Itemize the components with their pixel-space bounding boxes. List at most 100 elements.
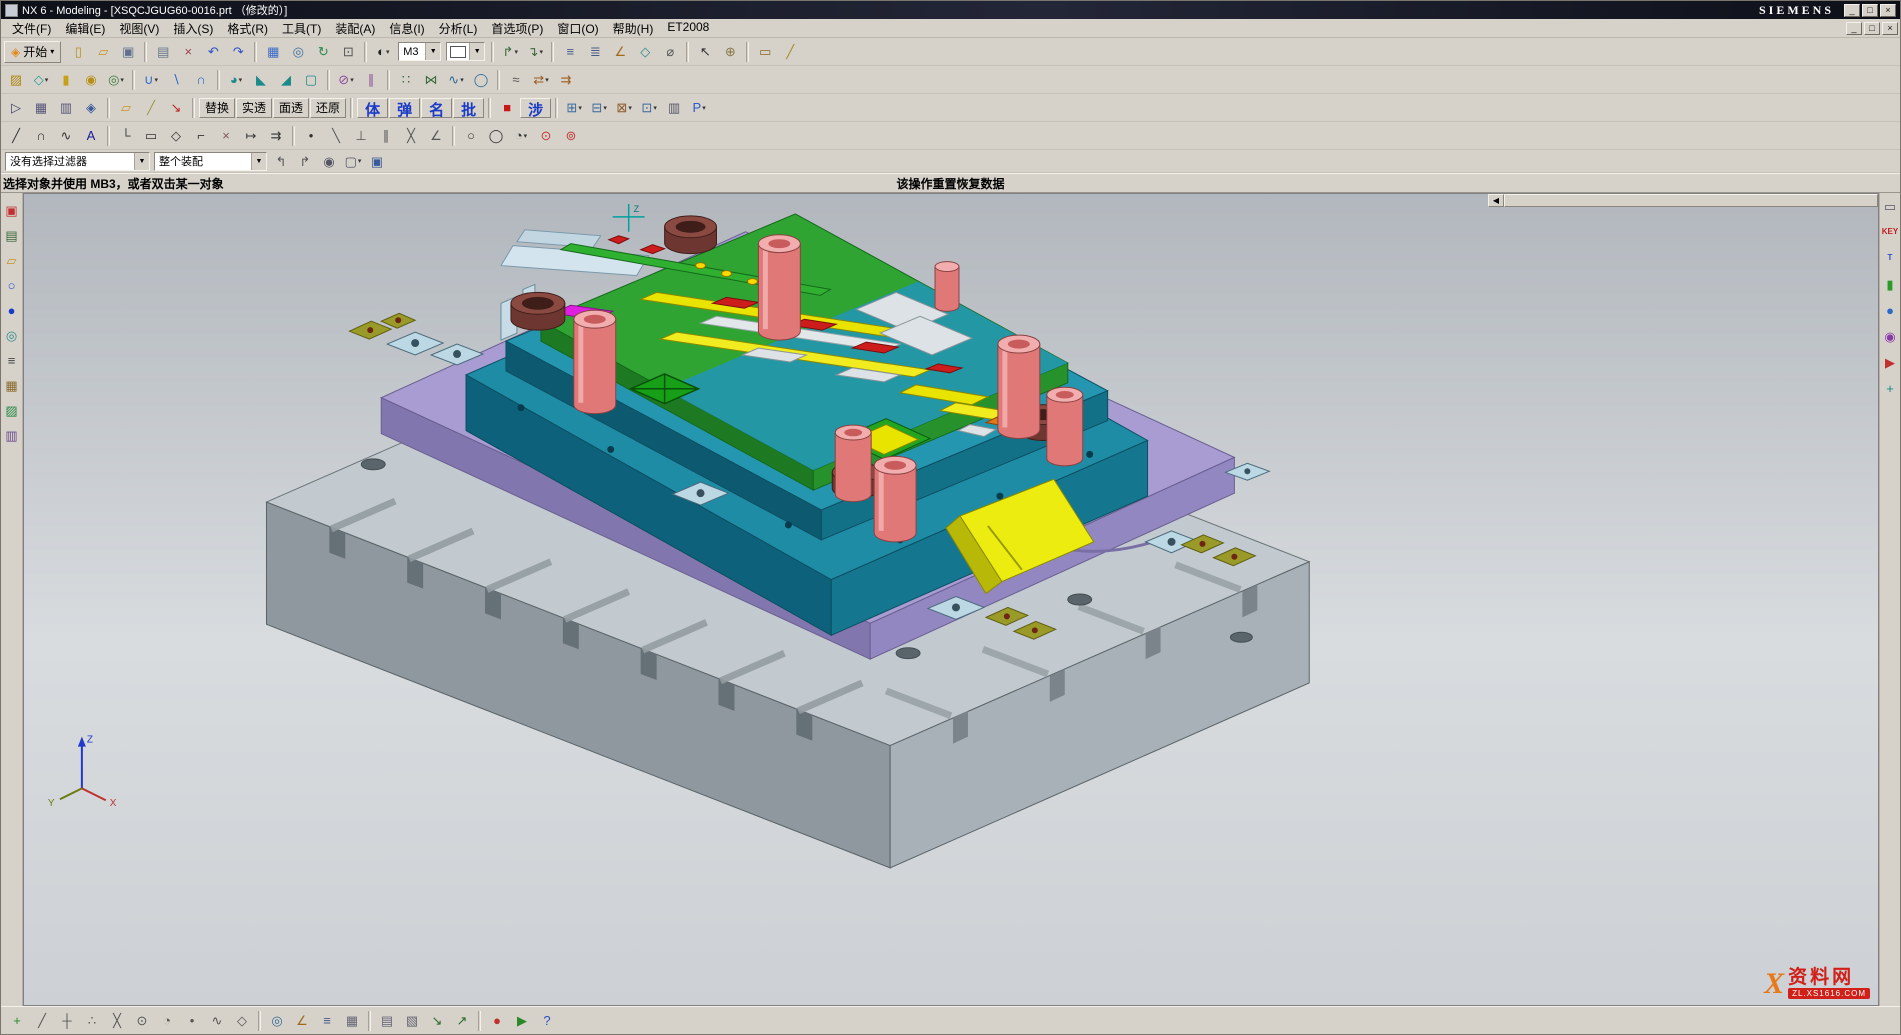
t-tool[interactable]: T — [1881, 249, 1899, 267]
batch-tool-button[interactable]: 批 — [453, 98, 484, 118]
spring-cylinder[interactable] — [998, 335, 1040, 438]
red-arrow-button[interactable]: ↘ — [164, 97, 188, 119]
extrude-button[interactable]: ▮ — [54, 69, 78, 91]
part-shading-button[interactable]: ▧ — [400, 1010, 424, 1032]
polygon-button[interactable]: ◇ — [164, 125, 188, 147]
move-object-button[interactable]: ↱▾ — [498, 41, 522, 63]
rectangle-button[interactable]: ▭ — [139, 125, 163, 147]
start-menu-button[interactable]: ◈ 开始 ▾ — [4, 41, 61, 63]
sketch-button[interactable]: ▨ — [4, 69, 28, 91]
selection-scope-combo[interactable]: 整个装配 ▼ — [154, 152, 267, 171]
guide-bushing[interactable] — [665, 216, 717, 254]
part-navigator-tab[interactable]: ▤ — [3, 226, 21, 244]
layer-button[interactable]: ≡ — [315, 1010, 339, 1032]
export-button[interactable]: ↘ — [425, 1010, 449, 1032]
view-combo[interactable]: M3▼ — [398, 42, 441, 61]
control-point-toggle[interactable]: ∴ — [80, 1010, 104, 1032]
edit-curve-button[interactable]: ╱ — [139, 97, 163, 119]
macro-play-button[interactable]: ▶ — [510, 1010, 534, 1032]
point-button[interactable]: • — [299, 125, 323, 147]
wcs-dynamics-button[interactable]: ∠ — [608, 41, 632, 63]
object-info-button[interactable]: ▤ — [375, 1010, 399, 1032]
rail-collapse-tool[interactable]: ▭ — [1881, 197, 1899, 215]
refresh-view-button[interactable]: ↻ — [311, 41, 335, 63]
menu-item-11[interactable]: 帮助(H) — [606, 19, 661, 38]
line-button[interactable]: ╱ — [4, 125, 28, 147]
selection-filter-combo[interactable]: 没有选择过滤器 ▼ — [5, 152, 150, 171]
3d-model-view[interactable]: Z Z X Y — [24, 194, 1878, 1005]
grid-toggle[interactable]: ▦ — [340, 1010, 364, 1032]
guide-bushing[interactable] — [511, 292, 565, 330]
subtract-button[interactable]: ∖ — [164, 69, 188, 91]
extend-curve-button[interactable]: ↦ — [239, 125, 263, 147]
spring-cylinder[interactable] — [1047, 387, 1083, 466]
unite-button[interactable]: ∪▾ — [139, 69, 163, 91]
mdi-close-button[interactable]: × — [1882, 22, 1898, 35]
tangent-button[interactable]: ∠ — [424, 125, 448, 147]
menu-item-6[interactable]: 装配(A) — [328, 19, 382, 38]
pattern-feature-button[interactable]: ∷ — [394, 69, 418, 91]
menu-item-5[interactable]: 工具(T) — [275, 19, 328, 38]
revolve-button[interactable]: ◉ — [79, 69, 103, 91]
close-button[interactable]: × — [1880, 4, 1896, 17]
menu-item-12[interactable]: ET2008 — [660, 19, 716, 38]
menu-item-2[interactable]: 视图(V) — [112, 19, 166, 38]
spring-cylinder[interactable] — [758, 235, 800, 340]
thread-button[interactable]: ≈ — [504, 69, 528, 91]
snap-point-button[interactable]: ⊕ — [718, 41, 742, 63]
fillet-curve-button[interactable]: ⌐ — [189, 125, 213, 147]
mirror-feature-button[interactable]: ⋈ — [419, 69, 443, 91]
green-part-tool[interactable]: ▮ — [1881, 275, 1899, 293]
pattern-component-button[interactable]: ⊡▾ — [637, 97, 661, 119]
selection-arrow-button[interactable]: ↖ — [693, 41, 717, 63]
wcs-triad[interactable]: Z X Y — [48, 735, 117, 810]
datum-target-button[interactable]: ⊙ — [534, 125, 558, 147]
database-tab[interactable]: ▥ — [3, 426, 21, 444]
cut-button[interactable]: × — [176, 41, 200, 63]
parallel-button[interactable]: ∥ — [374, 125, 398, 147]
arc-center-toggle[interactable]: ⊙ — [130, 1010, 154, 1032]
offset-curve-button[interactable]: ⇉ — [264, 125, 288, 147]
wireframe-display-button[interactable]: ▥ — [54, 97, 78, 119]
wave-link-button[interactable]: ⊠▾ — [612, 97, 636, 119]
undo-button[interactable]: ↶ — [201, 41, 225, 63]
menu-item-9[interactable]: 首选项(P) — [484, 19, 550, 38]
point-on-curve-toggle[interactable]: ∿ — [205, 1010, 229, 1032]
shell-button[interactable]: ▢ — [299, 69, 323, 91]
list-tab[interactable]: ≡ — [3, 351, 21, 369]
move-component-button[interactable]: ⊟▾ — [587, 97, 611, 119]
import-button[interactable]: ↗ — [450, 1010, 474, 1032]
color-swatch-combo-dropdown[interactable]: ▼ — [469, 43, 484, 60]
conic-button[interactable]: ◔▾ — [509, 125, 533, 147]
text-curve-button[interactable]: A — [79, 125, 103, 147]
color-swatch-combo[interactable]: ▼ — [446, 42, 485, 61]
layer-settings-button[interactable]: ≡ — [558, 41, 582, 63]
folder-button[interactable]: ▱ — [114, 97, 138, 119]
p8-macro-button[interactable]: P▾ — [687, 97, 711, 119]
selection-filter-dropdown[interactable]: ▼ — [134, 153, 149, 170]
transform-button[interactable]: ↴▾ — [523, 41, 547, 63]
snap-point-toggle[interactable]: + — [5, 1010, 29, 1032]
named-view-button[interactable]: ▷ — [4, 97, 28, 119]
mid-point-toggle[interactable]: ┼ — [55, 1010, 79, 1032]
diamond-view-button[interactable]: ◈ — [79, 97, 103, 119]
highlight-button[interactable]: ◉ — [317, 150, 341, 172]
message-collapse-button[interactable]: ◀ — [1488, 194, 1504, 207]
roles-tab[interactable]: ▨ — [3, 401, 21, 419]
ellipse-button[interactable]: ◯ — [484, 125, 508, 147]
face-translucent-button[interactable]: 面透 — [273, 98, 309, 118]
palette-tab[interactable]: ▦ — [3, 376, 21, 394]
select-scope-button[interactable]: ↱ — [293, 150, 317, 172]
folder-tab[interactable]: ▱ — [3, 251, 21, 269]
restore-button[interactable]: 还原 — [310, 98, 346, 118]
fit-view-button[interactable]: ⊡ — [336, 41, 360, 63]
hole-button[interactable]: ◎▾ — [104, 69, 128, 91]
screen-split-button[interactable]: ▦ — [261, 41, 285, 63]
offset-face-button[interactable]: ⇉ — [554, 69, 578, 91]
mdi-restore-button[interactable]: □ — [1864, 22, 1880, 35]
menu-item-8[interactable]: 分析(L) — [432, 19, 485, 38]
selection-scope-dropdown[interactable]: ▼ — [251, 153, 266, 170]
blue-circle-tab[interactable]: ● — [3, 301, 21, 319]
spring-cylinder[interactable] — [874, 456, 916, 541]
menu-item-3[interactable]: 插入(S) — [166, 19, 220, 38]
